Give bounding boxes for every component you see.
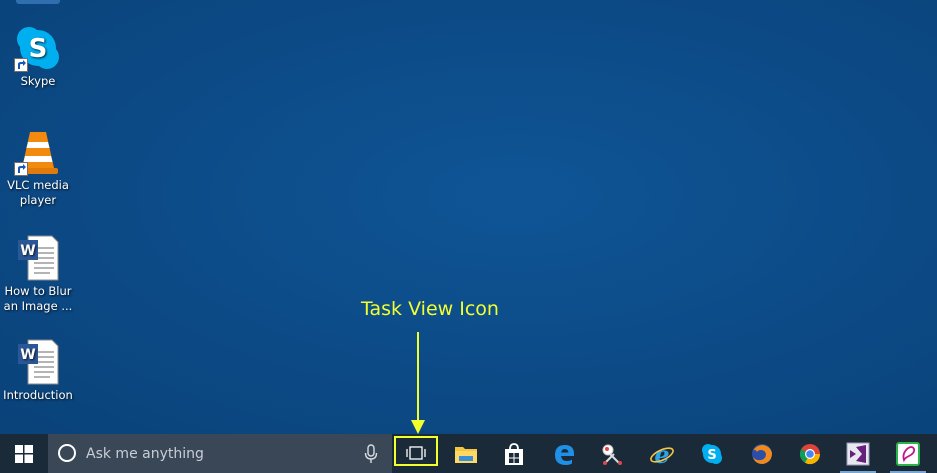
skype-icon: S [14, 24, 62, 72]
microphone-icon[interactable] [364, 444, 378, 464]
taskbar-app-file-explorer[interactable] [442, 434, 490, 473]
partial-desktop-icon[interactable] [16, 0, 60, 4]
taskbar: e S [0, 434, 937, 473]
taskbar-app-visual-studio[interactable] [834, 434, 882, 473]
svg-text:W: W [20, 347, 35, 363]
chrome-icon [799, 443, 821, 464]
desktop: S Skype VLC media player W How to Blur a… [0, 0, 937, 434]
taskbar-app-chrome[interactable] [786, 434, 834, 473]
svg-text:S: S [29, 34, 48, 64]
green-sketch-icon [896, 441, 920, 466]
desktop-icon-label: Introduction [3, 388, 73, 402]
edge-icon [555, 444, 574, 465]
desktop-icon-label: Skype [20, 74, 56, 88]
svg-text:W: W [20, 243, 35, 259]
ie-icon: e [650, 442, 674, 466]
desktop-icon-introduction[interactable]: W Introduction [0, 338, 76, 403]
word-document-icon: W [14, 338, 62, 386]
svg-text:S: S [707, 448, 716, 463]
taskbar-app-edge[interactable] [540, 434, 588, 473]
cortana-icon [58, 444, 76, 462]
taskbar-app-skype[interactable]: S [688, 434, 736, 473]
desktop-icon-vlc[interactable]: VLC media player [0, 128, 76, 208]
annotation-highlight-box [394, 436, 438, 466]
taskbar-app-internet-explorer[interactable]: e [638, 434, 686, 473]
shortcut-arrow-icon [14, 162, 28, 176]
skype-icon: S [702, 443, 722, 464]
word-document-icon: W [14, 234, 62, 282]
visual-studio-icon [846, 442, 870, 465]
taskbar-app-sketch[interactable] [884, 434, 932, 473]
windows-logo-icon [15, 444, 33, 463]
vlc-cone-icon [14, 128, 62, 176]
shortcut-arrow-icon [14, 58, 28, 72]
taskbar-app-snipping-tool[interactable] [588, 434, 636, 473]
scissors-icon [602, 444, 622, 465]
search-input[interactable] [84, 442, 358, 466]
firefox-icon [752, 443, 772, 464]
search-box[interactable] [48, 434, 392, 473]
folder-icon [455, 446, 477, 463]
desktop-icon-label: VLC media player [7, 178, 69, 207]
start-button[interactable] [0, 434, 48, 473]
desktop-icon-how-to-blur[interactable]: W How to Blur an Image ... [0, 234, 76, 314]
annotation-label: Task View Icon [361, 298, 499, 320]
annotation-arrow [411, 332, 425, 434]
desktop-icon-skype[interactable]: S Skype [0, 24, 76, 89]
desktop-icon-label: How to Blur an Image ... [3, 284, 73, 313]
store-bag-icon [505, 442, 523, 465]
taskbar-app-store[interactable] [490, 434, 538, 473]
taskbar-app-firefox[interactable] [738, 434, 786, 473]
